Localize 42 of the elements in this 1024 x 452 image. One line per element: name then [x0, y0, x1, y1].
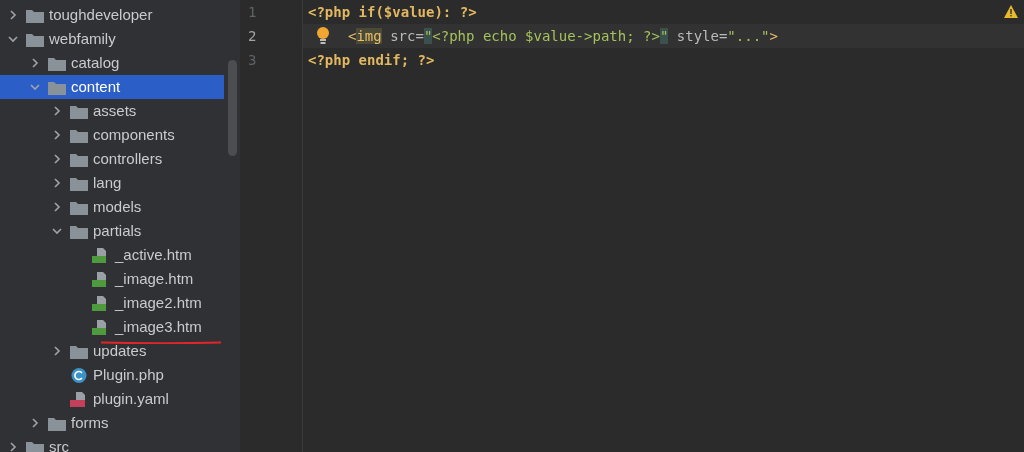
yaml-file-icon — [70, 391, 88, 407]
code-line: <img src="<?php echo $value->path; ?>" style="..."> — [348, 26, 778, 46]
lightbulb-icon[interactable] — [316, 27, 330, 45]
scrollbar[interactable] — [228, 60, 237, 156]
tree-item[interactable]: webfamily — [0, 27, 240, 51]
folder-icon — [70, 127, 88, 143]
tree-item[interactable]: _image.htm — [0, 267, 240, 291]
folder-icon — [70, 223, 88, 239]
tree-item[interactable]: models — [0, 195, 240, 219]
tree-item[interactable]: catalog — [0, 51, 240, 75]
folder-icon — [70, 151, 88, 167]
folder-icon — [48, 415, 66, 431]
tree-item[interactable]: toughdeveloper — [0, 3, 240, 27]
class-icon — [70, 367, 88, 383]
tree-item[interactable]: _image2.htm — [0, 291, 240, 315]
tree-item[interactable]: src — [0, 435, 240, 452]
line-number: 2 — [247, 26, 257, 46]
folder-icon — [26, 31, 44, 47]
tree-item[interactable]: plugin.yaml — [0, 387, 240, 411]
folder-icon — [26, 439, 44, 452]
tree-item[interactable]: lang — [0, 171, 240, 195]
folder-icon — [70, 199, 88, 215]
folder-icon — [48, 79, 66, 95]
line-number: 1 — [247, 2, 257, 22]
folder-icon — [70, 175, 88, 191]
folder-icon — [48, 55, 66, 71]
tree-item[interactable]: forms — [0, 411, 240, 435]
tree-item[interactable]: assets — [0, 99, 240, 123]
line-number: 3 — [247, 50, 257, 70]
tree-item[interactable]: _image3.htm — [0, 315, 240, 339]
code-line: <?php if($value): ?> — [308, 2, 477, 22]
tree-item[interactable]: content — [0, 75, 224, 99]
folder-icon — [26, 7, 44, 23]
tree-item[interactable]: Plugin.php — [0, 363, 240, 387]
tree-item[interactable]: partials — [0, 219, 240, 243]
folder-icon — [70, 103, 88, 119]
tree-item[interactable]: controllers — [0, 147, 240, 171]
tree-item[interactable]: _active.htm — [0, 243, 240, 267]
code-line: <?php endif; ?> — [308, 50, 435, 70]
tree-item[interactable]: components — [0, 123, 240, 147]
tree-item[interactable]: updates — [0, 339, 240, 363]
folder-icon — [70, 343, 88, 359]
